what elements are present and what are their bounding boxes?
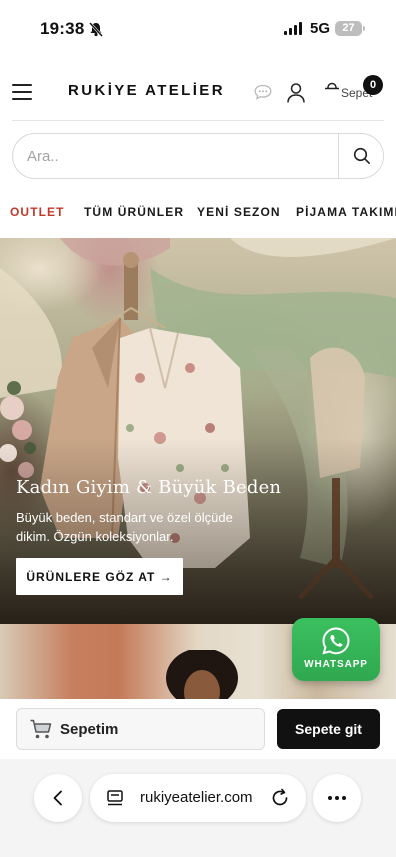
shopping-bag-icon[interactable] bbox=[322, 82, 342, 102]
my-cart-label: Sepetim bbox=[60, 721, 119, 738]
cart-bar: Sepetim Sepete git bbox=[0, 699, 396, 759]
cart-count-badge: 0 bbox=[363, 75, 383, 95]
category-all-products[interactable]: TÜM ÜRÜNLER bbox=[84, 205, 184, 219]
bell-muted-icon bbox=[89, 22, 103, 37]
banner-model-image bbox=[166, 650, 238, 704]
reload-icon[interactable] bbox=[270, 788, 290, 808]
whatsapp-icon bbox=[322, 627, 350, 655]
search-icon bbox=[353, 147, 370, 165]
battery-icon: 27 bbox=[335, 21, 365, 36]
address-bar[interactable]: rukiyeatelier.com bbox=[90, 774, 306, 822]
my-cart-button[interactable]: Sepetim bbox=[16, 708, 265, 750]
header-divider bbox=[12, 120, 384, 121]
whatsapp-button[interactable]: WHATSAPP bbox=[292, 618, 380, 681]
hero-subtitle: Büyük beden, standart ve özel ölçüde dik… bbox=[16, 510, 233, 544]
site-header: RUKİYE ATELİER ... Sepet 0 bbox=[0, 62, 396, 120]
back-button[interactable] bbox=[34, 774, 82, 822]
category-pajama-set[interactable]: PİJAMA TAKIMI bbox=[296, 205, 396, 219]
brand-logo[interactable]: RUKİYE ATELİER ... bbox=[68, 82, 226, 99]
search-input[interactable] bbox=[27, 134, 327, 178]
browse-products-button[interactable]: ÜRÜNLERE GÖZ AT → bbox=[16, 558, 183, 595]
category-nav: OUTLET TÜM ÜRÜNLER YENİ SEZON PİJAMA TAK… bbox=[0, 196, 396, 226]
go-to-cart-button[interactable]: Sepete git bbox=[277, 709, 380, 749]
whatsapp-label: WHATSAPP bbox=[304, 659, 368, 670]
chevron-left-icon bbox=[53, 790, 62, 806]
search-bar bbox=[12, 133, 384, 179]
more-options-icon[interactable] bbox=[313, 774, 361, 822]
cart-icon bbox=[30, 719, 52, 739]
chat-icon[interactable] bbox=[254, 84, 272, 100]
hero-title: Kadın Giyim & Büyük Beden bbox=[16, 477, 282, 498]
signal-icon bbox=[284, 22, 302, 35]
hamburger-menu-icon[interactable] bbox=[12, 84, 32, 100]
user-account-icon[interactable] bbox=[286, 82, 306, 104]
search-button[interactable] bbox=[339, 134, 384, 178]
category-outlet[interactable]: OUTLET bbox=[10, 205, 65, 219]
category-new-season[interactable]: YENİ SEZON bbox=[197, 205, 281, 219]
url-text: rukiyeatelier.com bbox=[140, 789, 253, 806]
page-settings-icon bbox=[107, 790, 123, 806]
status-bar: 19:38 5G 27 bbox=[0, 0, 396, 58]
browser-toolbar: rukiyeatelier.com bbox=[0, 759, 396, 857]
hero-banner[interactable]: Kadın Giyim & Büyük Beden Büyük beden, s… bbox=[0, 238, 396, 624]
network-type: 5G bbox=[310, 20, 331, 37]
status-time: 19:38 bbox=[40, 19, 85, 38]
